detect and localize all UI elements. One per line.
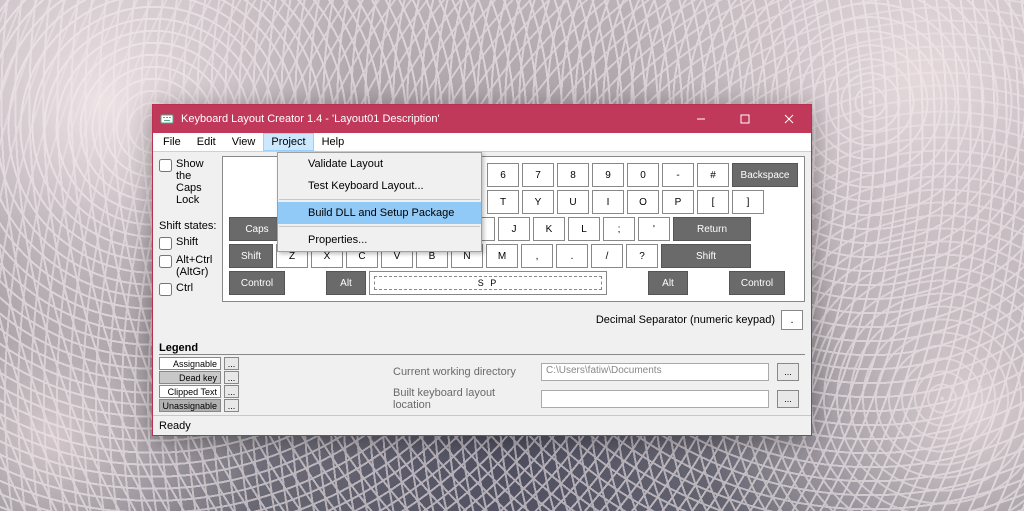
key[interactable]: 8 [557,163,589,187]
menu-separator [279,199,480,200]
built-location-field[interactable] [541,390,769,408]
menu-validate-layout[interactable]: Validate Layout [278,153,481,175]
altctrl-label: Alt+Ctrl (AltGr) [176,254,218,278]
menu-project[interactable]: Project [263,133,313,151]
maximize-button[interactable] [723,105,767,133]
menu-view[interactable]: View [224,133,264,151]
titlebar[interactable]: Keyboard Layout Creator 1.4 - 'Layout01 … [153,105,811,133]
legend-title: Legend [159,342,805,355]
directory-fields: Current working directory C:\Users\fatiw… [393,363,799,411]
decimal-separator-key[interactable]: . [781,310,803,330]
legend-dead-key-button[interactable]: ... [224,371,239,384]
key[interactable]: . [556,244,588,268]
menu-properties[interactable]: Properties... [278,229,481,251]
legend-clipped-text: Clipped Text [159,385,221,398]
show-caps-checkbox[interactable]: Show the Caps Lock [159,158,218,206]
window-title: Keyboard Layout Creator 1.4 - 'Layout01 … [181,113,679,125]
key[interactable]: ? [626,244,658,268]
menu-separator [279,226,480,227]
key[interactable]: - [662,163,694,187]
ctrl-checkbox[interactable]: Ctrl [159,282,218,296]
menu-file[interactable]: File [155,133,189,151]
close-button[interactable] [767,105,811,133]
key[interactable]: # [697,163,729,187]
key[interactable]: 7 [522,163,554,187]
built-location-browse-button[interactable]: ... [777,390,799,408]
key[interactable]: K [533,217,565,241]
ctrl-label: Ctrl [176,282,193,294]
project-dropdown: Validate Layout Test Keyboard Layout... … [277,152,482,252]
key[interactable]: [ [697,190,729,214]
key[interactable]: ; [603,217,635,241]
shift-label: Shift [176,236,198,248]
key-shift-left[interactable]: Shift [229,244,273,268]
altctrl-checkbox[interactable]: Alt+Ctrl (AltGr) [159,254,218,278]
key-control-left[interactable]: Control [229,271,285,295]
key[interactable]: U [557,190,589,214]
key-control-right[interactable]: Control [729,271,785,295]
built-location-label: Built keyboard layout location [393,387,533,411]
key[interactable]: T [487,190,519,214]
cwd-browse-button[interactable]: ... [777,363,799,381]
key[interactable]: ' [638,217,670,241]
key[interactable]: M [486,244,518,268]
key-alt-left[interactable]: Alt [326,271,366,295]
decimal-separator-label: Decimal Separator (numeric keypad) [596,314,775,326]
key[interactable]: / [591,244,623,268]
legend-unassignable: Unassignable [159,399,221,412]
cwd-label: Current working directory [393,366,533,378]
key[interactable]: O [627,190,659,214]
client-area: Show the Caps Lock Shift states: Shift A… [153,152,811,342]
status-text: Ready [159,420,191,432]
app-window: Keyboard Layout Creator 1.4 - 'Layout01 … [152,104,812,436]
legend-assignable: Assignable [159,357,221,370]
shift-checkbox[interactable]: Shift [159,236,218,250]
minimize-button[interactable] [679,105,723,133]
key[interactable]: L [568,217,600,241]
show-caps-label: Show the Caps Lock [176,158,218,206]
key-shift-right[interactable]: Shift [661,244,751,268]
key[interactable]: , [521,244,553,268]
key-backspace[interactable]: Backspace [732,163,798,187]
key-return[interactable]: Return [673,217,751,241]
shift-states-label: Shift states: [159,220,218,232]
legend-clipped-button[interactable]: ... [224,385,239,398]
menu-test-keyboard-layout[interactable]: Test Keyboard Layout... [278,175,481,197]
legend-assignable-button[interactable]: ... [224,357,239,370]
options-pane: Show the Caps Lock Shift states: Shift A… [153,152,222,342]
legend-unassignable-button[interactable]: ... [224,399,239,412]
key[interactable]: 9 [592,163,624,187]
key-alt-right[interactable]: Alt [648,271,688,295]
menu-help[interactable]: Help [314,133,353,151]
menu-build-dll[interactable]: Build DLL and Setup Package [278,202,481,224]
key[interactable]: I [592,190,624,214]
key[interactable]: 0 [627,163,659,187]
key-space[interactable]: S P [369,271,607,295]
statusbar: Ready [153,415,811,435]
app-icon [159,111,175,127]
legend-dead-key: Dead key [159,371,221,384]
key[interactable]: J [498,217,530,241]
key[interactable]: P [662,190,694,214]
key[interactable]: Y [522,190,554,214]
menubar: File Edit View Project Help [153,133,811,152]
key[interactable]: ] [732,190,764,214]
menu-edit[interactable]: Edit [189,133,224,151]
cwd-field[interactable]: C:\Users\fatiw\Documents [541,363,769,381]
key[interactable]: 6 [487,163,519,187]
